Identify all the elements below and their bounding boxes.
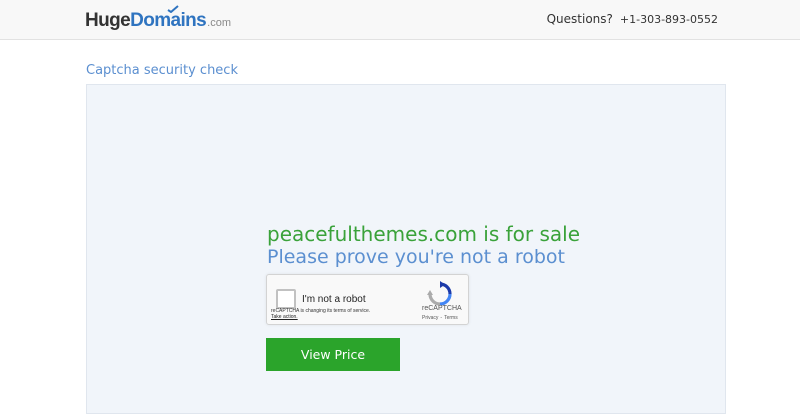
recaptcha-checkbox[interactable] (276, 289, 296, 309)
recaptcha-widget: I'm not a robot reCAPTCHA Privacy - Terms … (266, 274, 469, 325)
logo-brand-main: Huge (85, 10, 131, 31)
site-header: HugeDomains .com Questions? +1-303-893-055… (0, 0, 800, 40)
recaptcha-take-action-link[interactable]: Take action. (271, 314, 370, 320)
hugedomains-logo[interactable]: HugeDomains .com (85, 5, 231, 32)
questions-label: Questions? (546, 12, 613, 26)
contact-info: Questions? +1-303-893-0552 (547, 12, 718, 26)
recaptcha-link-separator: - (440, 315, 443, 321)
recaptcha-notice: reCAPTCHA is changing its terms of servi… (271, 308, 370, 320)
recaptcha-logo-icon (427, 281, 452, 306)
logo-check-icon (167, 5, 179, 13)
phone-number[interactable]: +1-303-893-0552 (620, 13, 718, 26)
recaptcha-checkbox-label: I'm not a robot (302, 294, 366, 305)
recaptcha-terms-link[interactable]: Terms (444, 315, 458, 321)
page-heading: Captcha security check (86, 63, 238, 78)
robot-prompt: Please prove you're not a robot (267, 246, 565, 268)
recaptcha-privacy-link[interactable]: Privacy (422, 315, 438, 321)
recaptcha-links: Privacy - Terms (422, 315, 458, 321)
logo-tld: .com (207, 17, 231, 29)
logo-brand: HugeDomains (85, 5, 207, 32)
recaptcha-brand: reCAPTCHA (422, 305, 462, 312)
sale-title: peacefulthemes.com is for sale (267, 222, 581, 246)
view-price-button[interactable]: View Price (266, 338, 400, 371)
logo-brand-accent: Domains (130, 10, 207, 31)
